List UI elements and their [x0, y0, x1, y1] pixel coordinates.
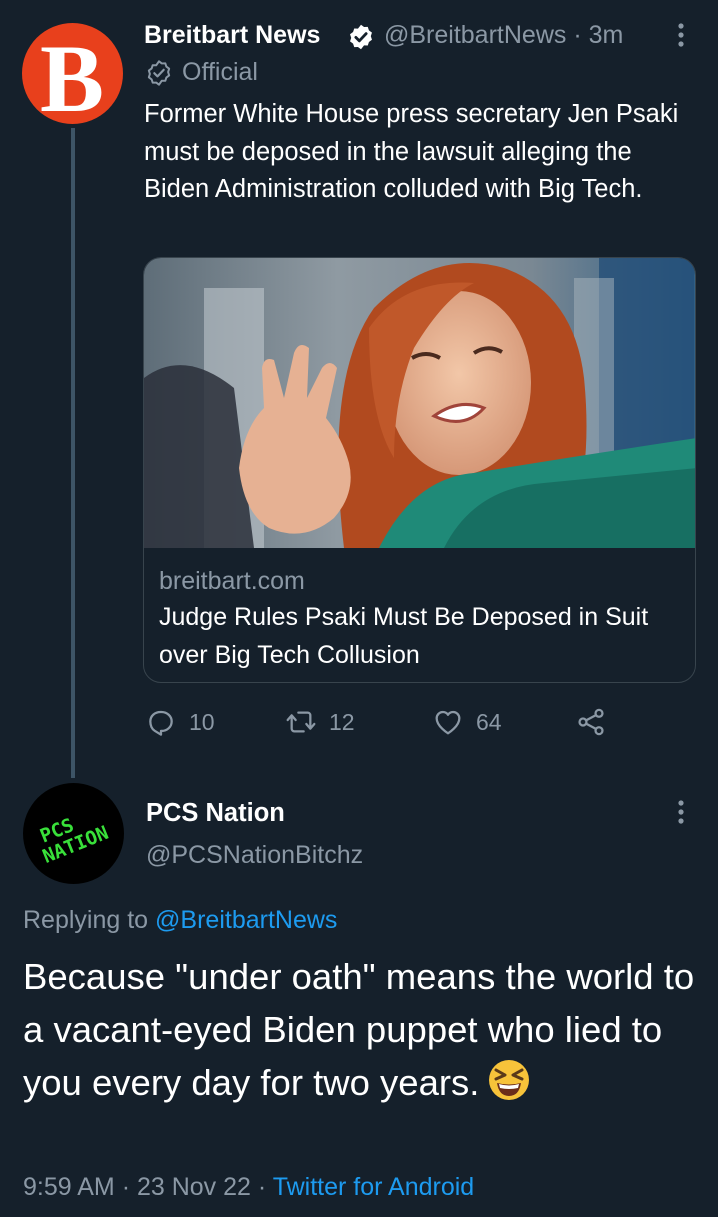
- verified-badge-icon: [347, 23, 375, 51]
- tweet-date[interactable]: 23 Nov 22: [137, 1173, 251, 1201]
- card-domain: breitbart.com: [159, 567, 305, 595]
- link-card[interactable]: breitbart.com Judge Rules Psaki Must Be …: [143, 257, 696, 683]
- pcs-nation-avatar[interactable]: PCS NATION: [23, 783, 124, 884]
- meta-separator: ·: [121, 1173, 131, 1201]
- more-options-icon[interactable]: [671, 799, 691, 825]
- reply-text-body: Because "under oath" means the world to …: [23, 956, 695, 1103]
- replying-to-mention[interactable]: @BreitbartNews: [155, 906, 337, 934]
- avatar-letter: B: [40, 25, 104, 124]
- share-button[interactable]: [575, 706, 607, 738]
- reply-author-handle[interactable]: @PCSNationBitchz: [146, 839, 363, 871]
- retweet-count: 12: [329, 708, 355, 735]
- retweet-icon: [286, 711, 316, 733]
- official-label: Official: [182, 58, 258, 86]
- like-count: 64: [476, 708, 502, 735]
- tweet-time[interactable]: 3m: [589, 21, 624, 49]
- grinning-squinting-face-icon: [487, 1058, 531, 1102]
- like-button[interactable]: 64: [432, 706, 502, 738]
- separator-dot: ·: [573, 21, 582, 49]
- author-name[interactable]: Breitbart News: [144, 19, 320, 51]
- heart-icon: [435, 710, 461, 735]
- reply-count: 10: [189, 708, 215, 735]
- reply-author-name[interactable]: PCS Nation: [146, 797, 285, 829]
- author-handle-and-time[interactable]: @BreitbartNews · 3m: [384, 19, 623, 51]
- card-title[interactable]: Judge Rules Psaki Must Be Deposed in Sui…: [159, 598, 679, 674]
- meta-separator: ·: [257, 1173, 267, 1201]
- tweet-text: Former White House press secretary Jen P…: [144, 100, 679, 203]
- more-options-icon[interactable]: [671, 22, 691, 48]
- retweet-button[interactable]: 12: [285, 706, 355, 738]
- share-icon: [578, 708, 604, 736]
- thread-line: [71, 128, 75, 778]
- tweet-meta: 9:59 AM · 23 Nov 22 · Twitter for Androi…: [23, 1171, 474, 1203]
- reply-icon: [149, 710, 173, 736]
- reply-tweet-text: Because "under oath" means the world to …: [23, 950, 713, 1109]
- official-label-icon: [145, 59, 173, 87]
- replying-to: Replying to @BreitbartNews: [23, 904, 337, 936]
- replying-to-prefix: Replying to: [23, 906, 149, 934]
- reply-button[interactable]: 10: [145, 706, 215, 738]
- card-image[interactable]: [144, 258, 695, 548]
- author-handle[interactable]: @BreitbartNews: [384, 21, 566, 49]
- breitbart-avatar[interactable]: B: [22, 23, 123, 124]
- tweet-source[interactable]: Twitter for Android: [273, 1173, 474, 1201]
- tweet-time[interactable]: 9:59 AM: [23, 1173, 115, 1201]
